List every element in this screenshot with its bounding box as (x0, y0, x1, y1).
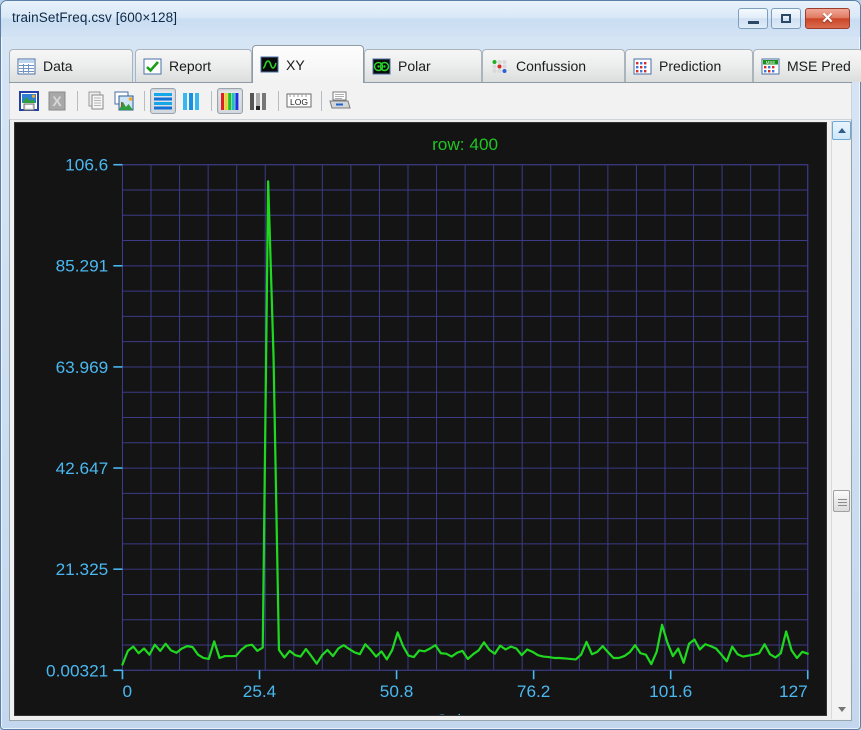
tab-label-report: Report (169, 58, 211, 74)
tab-label-data: Data (43, 58, 73, 74)
tab-bar: Data Report XY (9, 45, 852, 82)
tab-label-mse-pred: MSE Pred (787, 58, 851, 74)
lines-view-button[interactable] (150, 88, 176, 114)
svg-text:0: 0 (122, 682, 132, 701)
minimize-button[interactable] (738, 8, 768, 29)
save-image-icon (18, 90, 40, 112)
copy-image-icon (113, 90, 135, 112)
chevron-up-icon (838, 128, 846, 133)
svg-text:Column: Column (435, 711, 494, 715)
xy-waveform-icon (260, 56, 279, 73)
tab-xy[interactable]: XY (252, 45, 364, 83)
svg-text:21.325: 21.325 (56, 560, 109, 579)
horizontal-lines-icon (153, 91, 173, 111)
maximize-icon (772, 9, 800, 28)
print-button[interactable] (327, 88, 353, 114)
toolbar-separator (77, 91, 78, 111)
tab-mse-pred[interactable]: MSE MSE Pred (753, 49, 861, 82)
svg-text:76.2: 76.2 (517, 682, 551, 701)
gray-bars-icon (248, 91, 268, 111)
tab-data[interactable]: Data (9, 49, 133, 82)
window-title: trainSetFreq.csv [600×128] (12, 10, 177, 25)
table-grid-icon (17, 58, 36, 75)
svg-text:MSE: MSE (766, 60, 776, 65)
toolbar-separator (144, 91, 145, 111)
svg-text:63.969: 63.969 (56, 358, 109, 377)
svg-text:X: X (52, 93, 62, 109)
toolbar: X (9, 83, 852, 119)
chart-client-area: row: 400 0.00321 21.325 42.647 63.969 85.291 1… (9, 119, 852, 721)
excel-export-icon: X (46, 90, 68, 112)
confusion-dots-icon (490, 58, 509, 75)
vertical-scrollbar[interactable] (831, 121, 850, 719)
close-icon: ✕ (806, 9, 849, 28)
tab-label-prediction: Prediction (659, 58, 721, 74)
tab-report[interactable]: Report (135, 49, 252, 82)
svg-text:50.8: 50.8 (380, 682, 414, 701)
svg-text:42.647: 42.647 (56, 459, 109, 478)
bars-view-button[interactable] (178, 88, 204, 114)
svg-text:127: 127 (779, 682, 808, 701)
xy-plot-svg: row: 400 0.00321 21.325 42.647 63.969 85.291 1… (15, 123, 826, 715)
tab-label-polar: Polar (398, 58, 431, 74)
polar-circles-icon (372, 58, 391, 75)
application-window: trainSetFreq.csv [600×128] ✕ (0, 0, 861, 730)
prediction-grid-icon (633, 58, 652, 75)
svg-text:106.6: 106.6 (65, 156, 108, 175)
printer-icon (328, 90, 352, 112)
maximize-button[interactable] (771, 8, 801, 29)
svg-text:85.291: 85.291 (56, 257, 109, 276)
title-bar: trainSetFreq.csv [600×128] ✕ (1, 1, 860, 37)
svg-text:101.6: 101.6 (649, 682, 692, 701)
svg-text:25.4: 25.4 (243, 682, 277, 701)
scroll-down-button[interactable] (832, 700, 851, 719)
tab-confussion[interactable]: Confussion (482, 49, 625, 82)
close-button[interactable]: ✕ (805, 8, 850, 29)
vertical-bars-icon (181, 91, 201, 111)
minimize-icon (739, 9, 767, 28)
gray-map-button[interactable] (245, 88, 271, 114)
copy-button[interactable] (83, 88, 109, 114)
color-bars-icon (220, 91, 240, 111)
toolbar-separator (211, 91, 212, 111)
tab-polar[interactable]: Polar (364, 49, 482, 82)
save-image-button[interactable] (16, 88, 42, 114)
tab-prediction[interactable]: Prediction (625, 49, 753, 82)
checkmark-icon (143, 58, 162, 75)
chevron-down-icon (838, 707, 846, 712)
color-map-button[interactable] (217, 88, 243, 114)
mse-grid-icon: MSE (761, 58, 780, 75)
xy-plot[interactable]: row: 400 0.00321 21.325 42.647 63.969 85.291 1… (14, 122, 827, 716)
toolbar-separator (321, 91, 322, 111)
svg-text:0.00321: 0.00321 (46, 661, 108, 680)
tab-label-confussion: Confussion (516, 58, 586, 74)
svg-text:LOG: LOG (290, 97, 308, 107)
log-scale-button[interactable]: LOG (284, 88, 314, 114)
scrollbar-thumb[interactable] (833, 490, 850, 512)
tab-label-xy: XY (286, 57, 305, 73)
scroll-up-button[interactable] (832, 121, 851, 140)
toolbar-separator (278, 91, 279, 111)
export-excel-button[interactable]: X (44, 88, 70, 114)
copy-image-button[interactable] (111, 88, 137, 114)
svg-text:row: 400: row: 400 (432, 135, 498, 154)
copy-pages-icon (85, 90, 107, 112)
log-icon: LOG (285, 91, 313, 111)
